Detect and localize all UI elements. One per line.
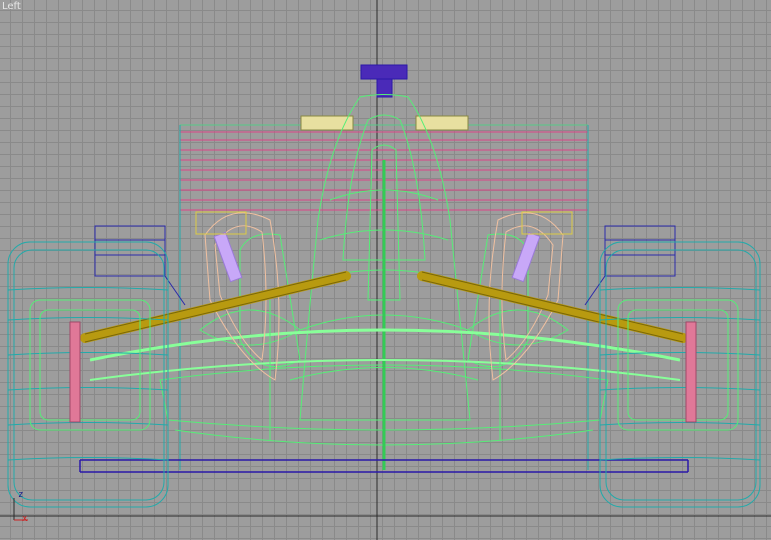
x-axis-label: x [22, 514, 28, 524]
chassis-body [89, 94, 681, 470]
mirrors [300, 115, 469, 131]
axis-gizmo: z x [8, 490, 32, 526]
left-wheel [7, 241, 169, 508]
left-viewport[interactable]: Left z x [0, 0, 771, 540]
z-axis-label: z [18, 490, 24, 500]
air-intake [360, 64, 408, 98]
f1-wireframe-model[interactable] [0, 0, 771, 540]
right-wheel [599, 241, 761, 508]
